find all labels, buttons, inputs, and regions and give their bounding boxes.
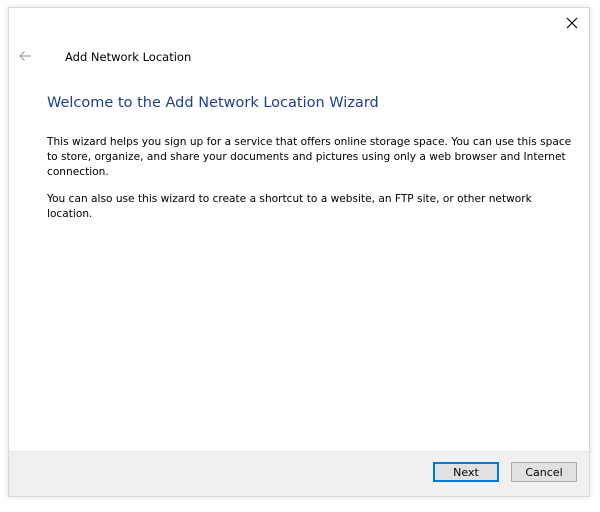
close-icon xyxy=(566,17,578,29)
page-heading: Welcome to the Add Network Location Wiza… xyxy=(47,95,379,111)
arrow-left-icon xyxy=(19,51,31,61)
wizard-window: Add Network Location Welcome to the Add … xyxy=(8,7,590,497)
cancel-button[interactable]: Cancel xyxy=(511,462,577,482)
description-paragraph-1: This wizard helps you sign up for a serv… xyxy=(47,136,572,178)
description-paragraph-2: You can also use this wizard to create a… xyxy=(47,193,532,220)
next-button[interactable]: Next xyxy=(433,462,499,482)
button-bar: Next Cancel xyxy=(9,451,589,496)
window-title: Add Network Location xyxy=(65,50,192,64)
close-button[interactable] xyxy=(555,8,589,38)
back-button[interactable] xyxy=(15,46,35,66)
